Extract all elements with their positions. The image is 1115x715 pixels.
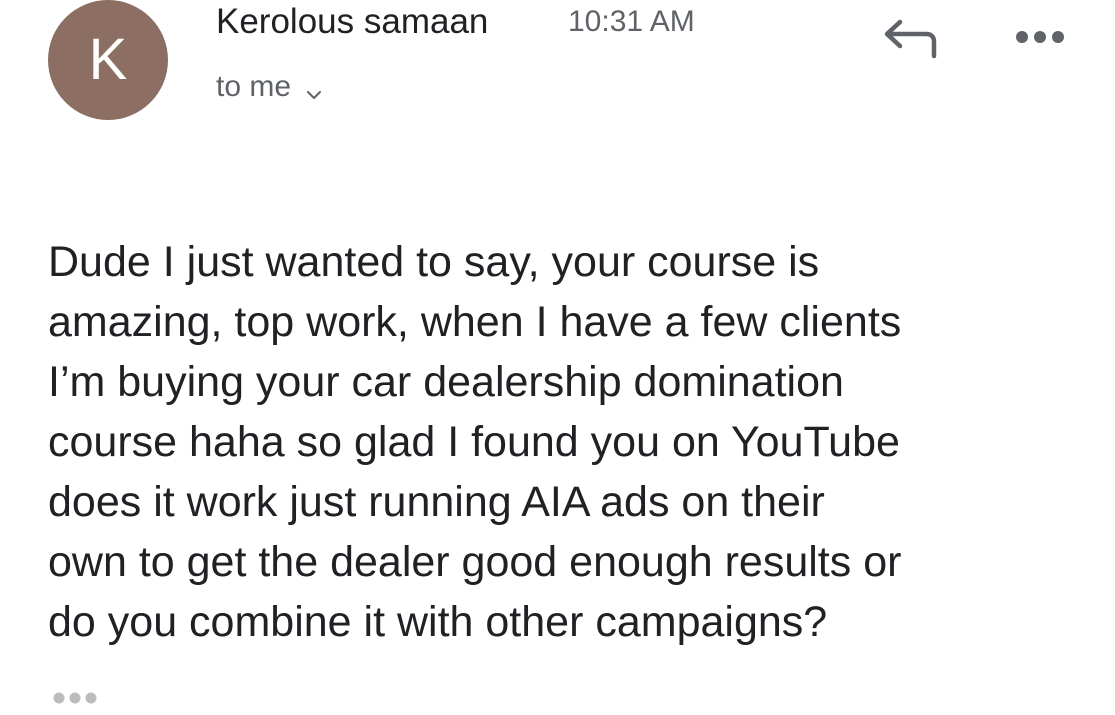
more-options-button[interactable] bbox=[1012, 22, 1072, 52]
more-options-icon bbox=[1016, 31, 1064, 43]
reply-icon bbox=[884, 19, 937, 59]
show-trimmed-content-icon bbox=[53, 692, 97, 704]
sender-name[interactable]: Kerolous samaan bbox=[216, 2, 488, 42]
recipients-toggle[interactable]: to me bbox=[216, 70, 323, 104]
avatar-letter: K bbox=[88, 27, 128, 92]
sent-time: 10:31 AM bbox=[568, 5, 695, 38]
chevron-down-icon bbox=[305, 78, 323, 99]
reply-button[interactable] bbox=[878, 12, 940, 62]
show-trimmed-content-button[interactable] bbox=[48, 686, 108, 710]
recipients-label: to me bbox=[216, 70, 292, 103]
message-body: Dude I just wanted to say, your course i… bbox=[48, 238, 902, 646]
avatar[interactable]: K bbox=[48, 0, 168, 120]
